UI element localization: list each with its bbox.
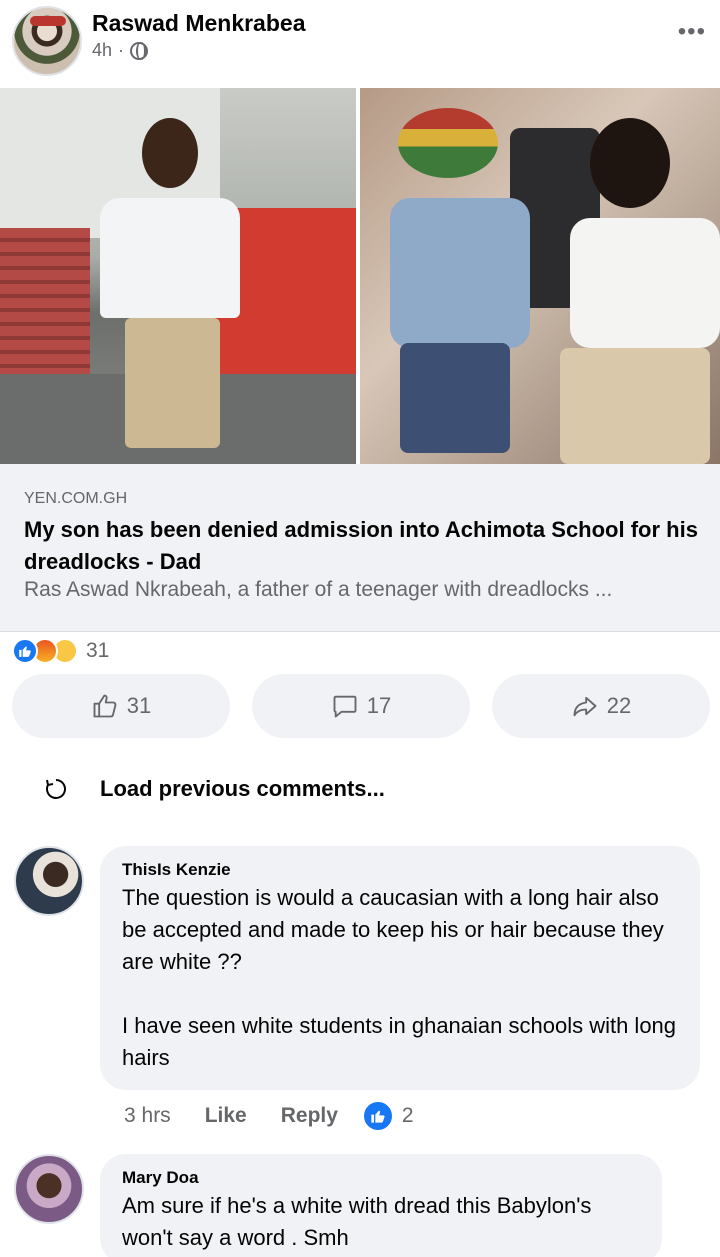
link-title[interactable]: My son has been denied admission into Ac… <box>24 514 704 578</box>
like-button[interactable]: 31 <box>12 674 230 738</box>
photo-father-and-son[interactable] <box>360 88 720 464</box>
comment-icon <box>333 695 357 718</box>
commenter-name[interactable]: ThisIs Kenzie <box>122 860 678 880</box>
comment-text: The question is would a caucasian with a… <box>122 885 677 1070</box>
load-previous-comments[interactable]: Load previous comments... <box>44 776 385 802</box>
comment-reaction-count[interactable]: 2 <box>402 1104 414 1128</box>
comment-count: 17 <box>366 693 392 718</box>
post-meta: 4h · <box>92 40 149 61</box>
author-name[interactable]: Raswad Menkrabea <box>92 10 305 37</box>
like-reaction-icon <box>361 1100 394 1132</box>
meta-separator: · <box>118 40 125 60</box>
link-description: Ras Aswad Nkrabeah, a father of a teenag… <box>24 578 613 601</box>
comment-button[interactable]: 17 <box>252 674 470 738</box>
load-previous-label[interactable]: Load previous comments... <box>100 776 385 802</box>
post-actions: 31 17 22 <box>12 674 710 738</box>
like-reaction-icon <box>12 638 38 664</box>
like-count: 31 <box>126 693 152 718</box>
comment-bubble: ThisIs Kenzie The question is would a ca… <box>100 846 700 1090</box>
post-photos[interactable] <box>0 88 720 464</box>
thumbs-up-icon <box>93 694 117 718</box>
comment-meta: 3 hrs Like Reply 2 <box>124 1100 414 1132</box>
commenter-avatar[interactable] <box>14 846 84 916</box>
post-time[interactable]: 4h <box>92 40 112 61</box>
link-preview[interactable]: YEN.COM.GH My son has been denied admiss… <box>0 464 720 632</box>
share-count: 22 <box>606 693 632 718</box>
post-header: Raswad Menkrabea 4h · ••• <box>0 0 720 88</box>
photo-student[interactable] <box>0 88 356 464</box>
reactions-summary[interactable]: 31 <box>12 636 109 666</box>
refresh-icon <box>46 779 66 799</box>
comment-text: Am sure if he's a white with dread this … <box>122 1193 592 1250</box>
link-domain: YEN.COM.GH <box>24 490 128 507</box>
share-button[interactable]: 22 <box>492 674 710 738</box>
commenter-name[interactable]: Mary Doa <box>122 1168 640 1188</box>
comment-time[interactable]: 3 hrs <box>124 1104 171 1128</box>
comment-bubble: Mary Doa Am sure if he's a white with dr… <box>100 1154 662 1257</box>
comment-like-button[interactable]: Like <box>205 1104 247 1128</box>
author-avatar[interactable] <box>12 6 82 76</box>
comment-reply-button[interactable]: Reply <box>281 1104 338 1128</box>
globe-icon <box>130 41 149 60</box>
reaction-count[interactable]: 31 <box>86 639 109 663</box>
share-icon <box>573 696 597 717</box>
commenter-avatar[interactable] <box>14 1154 84 1224</box>
more-options-icon[interactable]: ••• <box>678 18 706 46</box>
